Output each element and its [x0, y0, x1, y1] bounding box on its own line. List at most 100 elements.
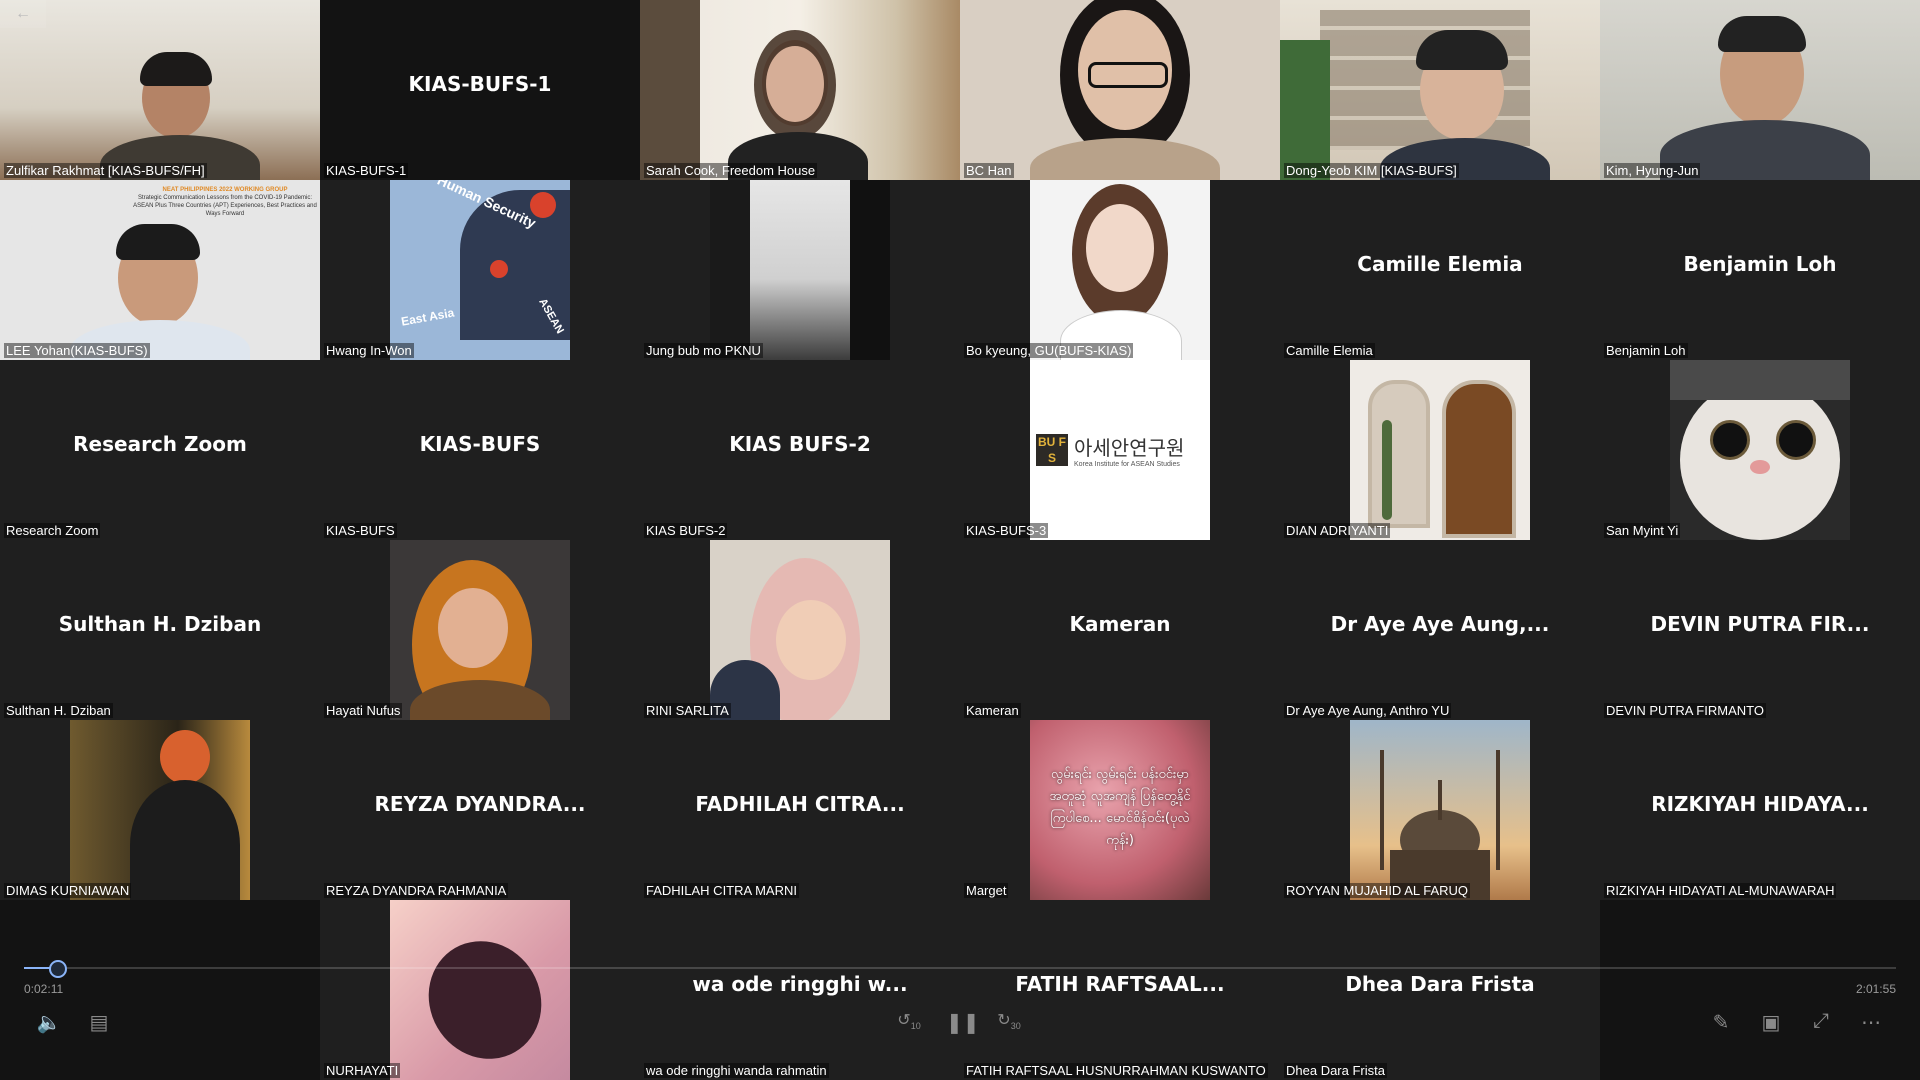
participant-tile[interactable]: Dhea Dara Frista Dhea Dara Frista [1280, 900, 1600, 1080]
avatar [710, 180, 890, 360]
rewind-10-button[interactable]: ↺10 [896, 1010, 922, 1031]
institute-subtitle: Korea Institute for ASEAN Studies [1074, 461, 1180, 468]
seek-thumb[interactable] [49, 960, 67, 978]
participant-tile[interactable]: wa ode ringghi w... wa ode ringghi wanda… [640, 900, 960, 1080]
participant-tile[interactable]: Dr Aye Aye Aung,... Dr Aye Aye Aung, Ant… [1280, 540, 1600, 720]
participant-name: Kameran [964, 703, 1021, 718]
participant-tile[interactable]: DIMAS KURNIAWAN [0, 720, 320, 900]
forward-30-button[interactable]: ↻30 [996, 1010, 1022, 1031]
avatar [70, 720, 250, 900]
participant-display-name: REYZA DYANDRA... [374, 792, 586, 816]
pencil-icon[interactable]: ✎ [1708, 1010, 1734, 1035]
participant-display-name: DEVIN PUTRA FIR... [1650, 612, 1870, 636]
participant-tile[interactable]: Kameran Kameran [960, 540, 1280, 720]
avatar [1670, 360, 1850, 540]
participant-name: San Myint Yi [1604, 523, 1681, 538]
participant-display-name: Benjamin Loh [1683, 252, 1837, 276]
participant-tile[interactable]: KIAS BUFS-2 KIAS BUFS-2 [640, 360, 960, 540]
participant-tile[interactable]: Dong-Yeob KIM [KIAS-BUFS] [1280, 0, 1600, 180]
participant-name: Bo kyeung, GU(BUFS-KIAS) [964, 343, 1134, 358]
empty-tile [0, 900, 320, 1080]
participant-tile[interactable]: Camille Elemia Camille Elemia [1280, 180, 1600, 360]
participant-display-name: KIAS-BUFS-1 [408, 72, 552, 96]
participant-name: Kim, Hyung-Jun [1604, 163, 1701, 178]
avatar [1350, 720, 1530, 900]
captions-icon[interactable]: ▤ [86, 1010, 112, 1035]
participant-name: Research Zoom [4, 523, 101, 538]
participant-tile[interactable]: Zulfikar Rakhmat [KIAS-BUFS/FH] [0, 0, 320, 180]
participant-tile[interactable]: DIAN ADRIYANTI [1280, 360, 1600, 540]
participant-display-name: RIZKIYAH HIDAYA... [1651, 792, 1869, 816]
pause-icon[interactable]: ❚❚ [946, 1010, 980, 1035]
participant-name: wa ode ringghi wanda rahmatin [644, 1063, 829, 1078]
participant-display-name: Dhea Dara Frista [1345, 972, 1535, 996]
participant-display-name: KIAS-BUFS [419, 432, 541, 456]
participant-name: RIZKIYAH HIDAYATI AL-MUNAWARAH [1604, 883, 1837, 898]
participant-tile[interactable]: Bo kyeung, GU(BUFS-KIAS) [960, 180, 1280, 360]
participant-name: Hayati Nufus [324, 703, 403, 718]
video-grid: Zulfikar Rakhmat [KIAS-BUFS/FH] KIAS-BUF… [0, 0, 1920, 1080]
participant-tile[interactable]: FATIH RAFTSAAL... FATIH RAFTSAAL HUSNURR… [960, 900, 1280, 1080]
participant-name: KIAS BUFS-2 [644, 523, 728, 538]
participant-display-name: Kameran [1069, 612, 1171, 636]
avatar [390, 900, 570, 1080]
participant-name: RINI SARLITA [644, 703, 731, 718]
avatar [1030, 180, 1210, 360]
participant-tile[interactable]: Research Zoom Research Zoom [0, 360, 320, 540]
participant-name: FATIH RAFTSAAL HUSNURRAHMAN KUSWANTO [964, 1063, 1268, 1078]
participant-name: Dhea Dara Frista [1284, 1063, 1387, 1078]
participant-name: LEE Yohan(KIAS-BUFS) [4, 343, 150, 358]
more-icon[interactable]: ⋯ [1858, 1010, 1884, 1035]
participant-display-name: Camille Elemia [1357, 252, 1523, 276]
participant-tile[interactable]: ROYYAN MUJAHID AL FARUQ [1280, 720, 1600, 900]
participant-tile[interactable]: DEVIN PUTRA FIR... DEVIN PUTRA FIRMANTO [1600, 540, 1920, 720]
participant-tile[interactable]: KIAS-BUFS-1 KIAS-BUFS-1 [320, 0, 640, 180]
participant-tile[interactable]: Jung bub mo PKNU [640, 180, 960, 360]
empty-tile [1600, 900, 1920, 1080]
speaker-icon[interactable]: 🔈 [36, 1010, 62, 1035]
participant-name: FADHILAH CITRA MARNI [644, 883, 799, 898]
participant-tile[interactable]: FADHILAH CITRA... FADHILAH CITRA MARNI [640, 720, 960, 900]
participant-tile[interactable]: NEAT PHILIPPINES 2022 WORKING GROUP Stra… [0, 180, 320, 360]
participant-name: Benjamin Loh [1604, 343, 1688, 358]
avatar: BU FS 아세안연구원 Korea Institute for ASEAN S… [1030, 360, 1210, 540]
participant-name: ROYYAN MUJAHID AL FARUQ [1284, 883, 1471, 898]
participant-name: Dong-Yeob KIM [KIAS-BUFS] [1284, 163, 1459, 178]
participant-name: KIAS-BUFS-3 [964, 523, 1049, 538]
participant-tile[interactable]: Human Security East Asia ASEAN Hwang In-… [320, 180, 640, 360]
participant-tile[interactable]: Benjamin Loh Benjamin Loh [1600, 180, 1920, 360]
participant-tile[interactable]: BC Han [960, 0, 1280, 180]
participant-name: DIMAS KURNIAWAN [4, 883, 132, 898]
participant-tile[interactable]: KIAS-BUFS KIAS-BUFS [320, 360, 640, 540]
participant-tile[interactable]: RINI SARLITA [640, 540, 960, 720]
participant-name: KIAS-BUFS [324, 523, 397, 538]
participant-tile[interactable]: Kim, Hyung-Jun [1600, 0, 1920, 180]
participant-name: Jung bub mo PKNU [644, 343, 763, 358]
avatar: Human Security East Asia ASEAN [390, 180, 570, 360]
avatar: လွမ်းရင်း လွမ်းရင်း ပန်းဝင်းမှာ အတူဆုံ လ… [1030, 720, 1210, 900]
participant-name: Hwang In-Won [324, 343, 414, 358]
exit-fullscreen-icon[interactable]: ⤢ [1808, 1010, 1834, 1033]
participant-tile[interactable]: Sulthan H. Dziban Sulthan H. Dziban [0, 540, 320, 720]
participant-tile[interactable]: Sarah Cook, Freedom House [640, 0, 960, 180]
participant-name: NURHAYATI [324, 1063, 401, 1078]
participant-name: Dr Aye Aye Aung, Anthro YU [1284, 703, 1452, 718]
participant-tile[interactable]: လွမ်းရင်း လွမ်းရင်း ပန်းဝင်းမှာ အတူဆုံ လ… [960, 720, 1280, 900]
participant-display-name: Sulthan H. Dziban [58, 612, 262, 636]
participant-tile[interactable]: NURHAYATI [320, 900, 640, 1080]
participant-display-name: Research Zoom [73, 432, 247, 456]
bufs-logo: BU FS [1036, 434, 1068, 466]
participant-tile[interactable]: RIZKIYAH HIDAYA... RIZKIYAH HIDAYATI AL-… [1600, 720, 1920, 900]
participant-name: DEVIN PUTRA FIRMANTO [1604, 703, 1766, 718]
avatar-caption: လွမ်းရင်း လွမ်းရင်း ပန်းဝင်းမှာ အတူဆုံ လ… [1049, 767, 1191, 848]
institute-title: 아세안연구원 [1074, 436, 1185, 460]
participant-tile[interactable]: BU FS 아세안연구원 Korea Institute for ASEAN S… [960, 360, 1280, 540]
participant-tile[interactable]: San Myint Yi [1600, 360, 1920, 540]
participant-tile[interactable]: REYZA DYANDRA... REYZA DYANDRA RAHMANIA [320, 720, 640, 900]
participant-display-name: FADHILAH CITRA... [695, 792, 905, 816]
participant-tile[interactable]: Hayati Nufus [320, 540, 640, 720]
miniplayer-icon[interactable]: ▣ [1758, 1010, 1784, 1035]
forward-label: 30 [1010, 1021, 1021, 1032]
participant-display-name: Dr Aye Aye Aung,... [1330, 612, 1550, 636]
arrow-left-icon[interactable]: ← [0, 0, 46, 28]
